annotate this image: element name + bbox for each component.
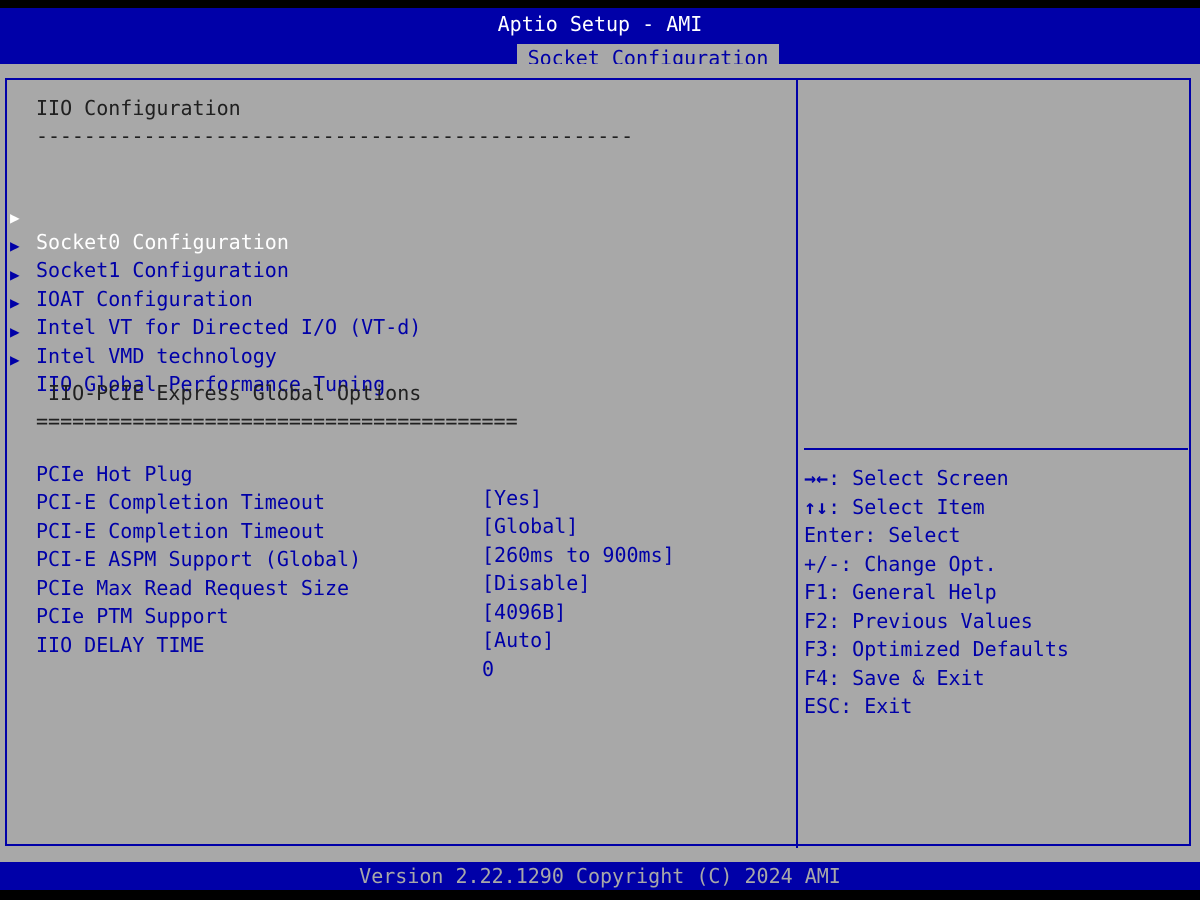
- option-ptm-support[interactable]: PCIe PTM Support [Auto]: [0, 580, 790, 652]
- options-title: IIO-PCIE Express Global Options: [48, 381, 422, 405]
- submenu-socket1[interactable]: ▶ Socket1 Configuration: [0, 210, 790, 282]
- help-f3: F3: Optimized Defaults: [804, 637, 1069, 661]
- help-select-item: ↑↓: Select Item: [804, 495, 985, 519]
- option-completion-timeout-range[interactable]: PCI-E Completion Timeout [260ms to 900ms…: [0, 495, 790, 567]
- help-separator: [804, 448, 1188, 450]
- footer-bar: Version 2.22.1290 Copyright (C) 2024 AMI: [0, 862, 1200, 890]
- submenu-global-performance[interactable]: ▶ IIO Global Performance Tuning: [0, 324, 790, 396]
- option-iio-delay-time[interactable]: IIO DELAY TIME 0: [0, 609, 790, 681]
- option-completion-timeout[interactable]: PCI-E Completion Timeout [Global]: [0, 466, 790, 538]
- option-max-read-request[interactable]: PCIe Max Read Request Size [4096B]: [0, 552, 790, 624]
- submenu-vtd[interactable]: ▶ Intel VT for Directed I/O (VT-d): [0, 267, 790, 339]
- bios-screen: Aptio Setup - AMI Socket Configuration I…: [0, 0, 1200, 900]
- option-label: IIO DELAY TIME: [36, 633, 205, 657]
- help-text: : Select Screen: [828, 466, 1009, 490]
- option-value: 0: [482, 657, 495, 681]
- up-down-arrows-icon: ↑↓: [804, 495, 829, 519]
- options-rule: ========================================: [36, 409, 518, 433]
- option-aspm-support[interactable]: PCI-E ASPM Support (Global) [Disable]: [0, 523, 790, 595]
- submenu-ioat[interactable]: ▶ IOAT Configuration: [0, 239, 790, 311]
- header-bar: Aptio Setup - AMI Socket Configuration: [0, 8, 1200, 72]
- main-area: IIO Configuration ----------------------…: [0, 64, 1200, 862]
- submenu-vmd[interactable]: ▶ Intel VMD technology: [0, 296, 790, 368]
- section-rule: ----------------------------------------…: [36, 124, 634, 148]
- app-title: Aptio Setup - AMI: [497, 12, 703, 36]
- left-right-arrows-icon: →←: [804, 466, 829, 490]
- help-enter: Enter: Select: [804, 523, 961, 547]
- submenu-arrow-icon: ▶: [10, 350, 20, 369]
- help-esc: ESC: Exit: [804, 694, 913, 718]
- help-f2: F2: Previous Values: [804, 609, 1033, 633]
- help-select-screen: →←: Select Screen: [804, 466, 1009, 490]
- help-f4: F4: Save & Exit: [804, 666, 985, 690]
- help-text: : Select Item: [828, 495, 985, 519]
- option-pcie-hot-plug[interactable]: PCIe Hot Plug [Yes]: [0, 438, 790, 510]
- help-change-opt: +/-: Change Opt.: [804, 552, 997, 576]
- submenu-socket0[interactable]: ▶ Socket0 Configuration: [0, 182, 790, 254]
- version-text: Version 2.22.1290 Copyright (C) 2024 AMI: [359, 864, 841, 888]
- help-f1: F1: General Help: [804, 580, 997, 604]
- section-title: IIO Configuration: [36, 96, 241, 120]
- panel-divider: [796, 78, 798, 848]
